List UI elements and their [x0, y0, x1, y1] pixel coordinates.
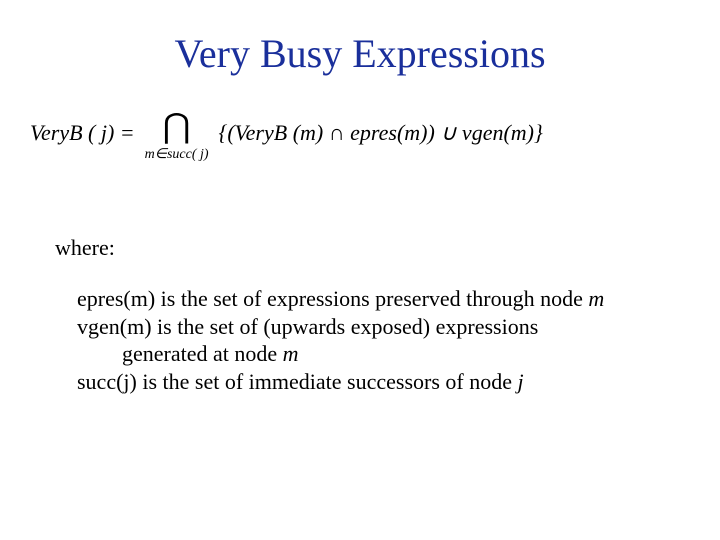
def-vgen-text: vgen(m) is the set of (upwards exposed) … [77, 314, 538, 339]
def-vgen-cont-text: generated at node [122, 341, 283, 366]
slide: Very Busy Expressions VeryB ( j) = ⋂ m∈s… [0, 0, 720, 540]
formula-operator: ⋂ m∈succ( j) [145, 110, 209, 163]
def-vgen-var: m [283, 341, 299, 366]
def-succ-var: j [517, 369, 523, 394]
def-vgen-cont: generated at node m [77, 340, 657, 368]
def-epres-var: m [588, 286, 604, 311]
definitions-block: epres(m) is the set of expressions prese… [77, 285, 657, 395]
def-epres: epres(m) is the set of expressions prese… [77, 285, 657, 313]
page-title: Very Busy Expressions [0, 30, 720, 77]
def-epres-text: epres(m) is the set of expressions prese… [77, 286, 588, 311]
formula-subscript: m∈succ( j) [145, 146, 209, 163]
formula-lhs: VeryB ( j) = [30, 120, 135, 146]
def-succ: succ(j) is the set of immediate successo… [77, 368, 657, 396]
def-succ-text: succ(j) is the set of immediate successo… [77, 369, 517, 394]
intersection-icon: ⋂ [163, 110, 191, 144]
def-vgen: vgen(m) is the set of (upwards exposed) … [77, 313, 657, 341]
where-heading: where: [55, 235, 115, 261]
formula-rhs: {(VeryB (m) ∩ epres(m)) ∪ vgen(m)} [219, 120, 543, 146]
formula: VeryB ( j) = ⋂ m∈succ( j) {(VeryB (m) ∩ … [30, 120, 690, 173]
